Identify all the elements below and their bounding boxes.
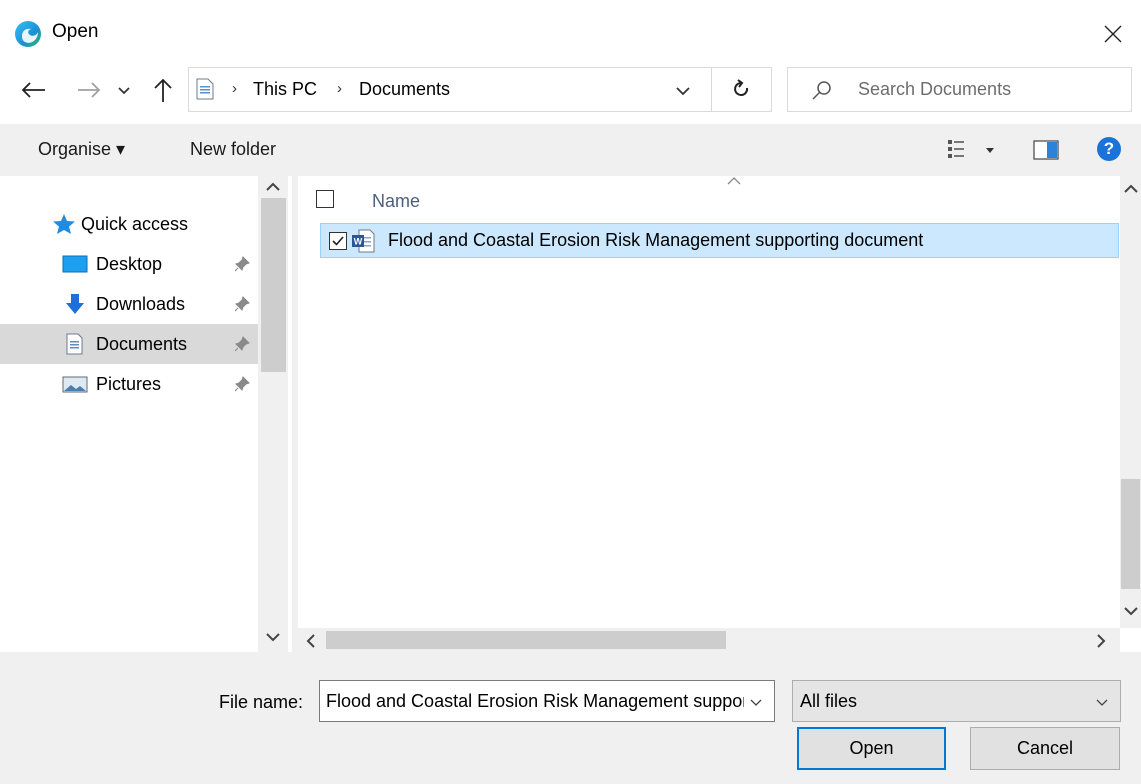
search-icon xyxy=(810,79,834,103)
file-type-value: All files xyxy=(800,691,858,711)
scroll-down-chevron-icon[interactable] xyxy=(1122,604,1140,618)
file-name-value[interactable]: Flood and Coastal Erosion Risk Managemen… xyxy=(326,691,744,712)
documents-icon xyxy=(66,333,83,355)
preview-pane-icon xyxy=(1033,140,1059,160)
command-toolbar: Organise ▾ New folder ? xyxy=(0,124,1141,176)
forward-arrow-icon[interactable] xyxy=(75,78,105,102)
table-row[interactable]: W Flood and Coastal Erosion Risk Managem… xyxy=(320,223,1119,258)
scroll-up-chevron-icon[interactable] xyxy=(264,180,282,194)
scroll-left-chevron-icon[interactable] xyxy=(304,633,318,649)
recent-locations-chevron-icon[interactable] xyxy=(116,80,132,100)
close-icon xyxy=(1104,25,1122,43)
search-placeholder: Search Documents xyxy=(858,79,1012,99)
file-list-vertical-scrollbar[interactable] xyxy=(1120,176,1141,628)
cancel-button[interactable]: Cancel xyxy=(970,727,1120,770)
horizontal-scrollbar-thumb[interactable] xyxy=(326,631,726,649)
nav-label-quick-access: Quick access xyxy=(81,213,189,234)
nav-scrollbar[interactable] xyxy=(258,176,288,652)
file-name: Flood and Coastal Erosion Risk Managemen… xyxy=(388,230,924,250)
nav-item-downloads[interactable]: Downloads xyxy=(0,284,258,324)
details-view-icon xyxy=(948,140,994,158)
refresh-button[interactable] xyxy=(711,68,771,111)
download-arrow-icon xyxy=(66,294,84,314)
title-bar: Open xyxy=(0,0,1141,66)
file-name-label: File name: xyxy=(219,692,304,712)
vertical-scrollbar-thumb[interactable] xyxy=(1121,479,1140,589)
help-icon[interactable]: ? xyxy=(1097,137,1121,161)
breadcrumb-separator: › xyxy=(337,80,342,97)
up-arrow-icon[interactable] xyxy=(148,76,178,104)
address-history-chevron-icon[interactable] xyxy=(671,80,695,100)
column-header-name[interactable]: Name xyxy=(372,191,420,212)
nav-item-documents[interactable]: Documents xyxy=(0,324,258,364)
chevron-down-icon[interactable] xyxy=(1093,693,1111,711)
pictures-icon xyxy=(62,376,88,393)
file-list[interactable]: Name W Flood and Coastal Erosion Risk Ma… xyxy=(298,176,1141,652)
nav-label-pictures: Pictures xyxy=(96,373,162,394)
back-arrow-icon[interactable] xyxy=(18,78,48,102)
nav-label-downloads: Downloads xyxy=(96,293,186,314)
svg-text:W: W xyxy=(354,237,363,247)
window-title: Open xyxy=(52,21,99,42)
address-bar[interactable]: › This PC › Documents xyxy=(188,67,772,112)
pin-icon[interactable] xyxy=(233,295,251,313)
documents-icon xyxy=(196,78,214,100)
breadcrumb-this-pc[interactable]: This PC xyxy=(253,79,317,100)
chevron-down-icon[interactable] xyxy=(747,693,765,711)
pin-icon[interactable] xyxy=(233,335,251,353)
preview-pane-button[interactable] xyxy=(1033,140,1059,160)
file-type-select[interactable]: All files xyxy=(792,680,1121,722)
file-name-field[interactable]: Flood and Coastal Erosion Risk Managemen… xyxy=(319,680,775,722)
file-list-horizontal-scrollbar[interactable] xyxy=(298,628,1120,652)
nav-scrollbar-thumb[interactable] xyxy=(261,198,286,372)
scroll-down-chevron-icon[interactable] xyxy=(264,630,282,644)
scroll-right-chevron-icon[interactable] xyxy=(1094,633,1108,649)
sort-ascending-icon xyxy=(727,177,741,185)
checkmark-icon xyxy=(332,236,344,246)
close-button[interactable] xyxy=(1093,14,1133,54)
organise-button[interactable]: Organise ▾ xyxy=(38,139,125,160)
breadcrumb-separator: › xyxy=(232,80,237,97)
dialog-footer: File name: Flood and Coastal Erosion Ris… xyxy=(0,652,1141,784)
nav-item-pictures[interactable]: Pictures xyxy=(0,364,258,404)
new-folder-button[interactable]: New folder xyxy=(190,139,276,160)
nav-label-documents: Documents xyxy=(96,333,188,354)
row-checkbox[interactable] xyxy=(329,232,347,250)
open-button[interactable]: Open xyxy=(797,727,946,770)
edge-icon xyxy=(13,19,43,49)
scroll-up-chevron-icon[interactable] xyxy=(1122,182,1140,196)
breadcrumb-documents[interactable]: Documents xyxy=(359,79,450,100)
refresh-icon xyxy=(733,78,748,96)
navigation-pane[interactable]: Quick access Desktop Downloads Documents… xyxy=(0,176,292,652)
pin-icon[interactable] xyxy=(233,255,251,273)
star-icon xyxy=(53,214,75,234)
change-view-button[interactable] xyxy=(946,137,1006,163)
pin-icon[interactable] xyxy=(233,375,251,393)
nav-item-desktop[interactable]: Desktop xyxy=(0,244,258,284)
word-doc-icon: W xyxy=(351,229,375,253)
nav-label-desktop: Desktop xyxy=(96,253,163,274)
select-all-checkbox[interactable] xyxy=(316,190,334,208)
nav-item-quick-access[interactable]: Quick access xyxy=(0,204,258,244)
desktop-icon xyxy=(62,255,88,273)
search-input[interactable]: Search Documents xyxy=(787,67,1132,112)
